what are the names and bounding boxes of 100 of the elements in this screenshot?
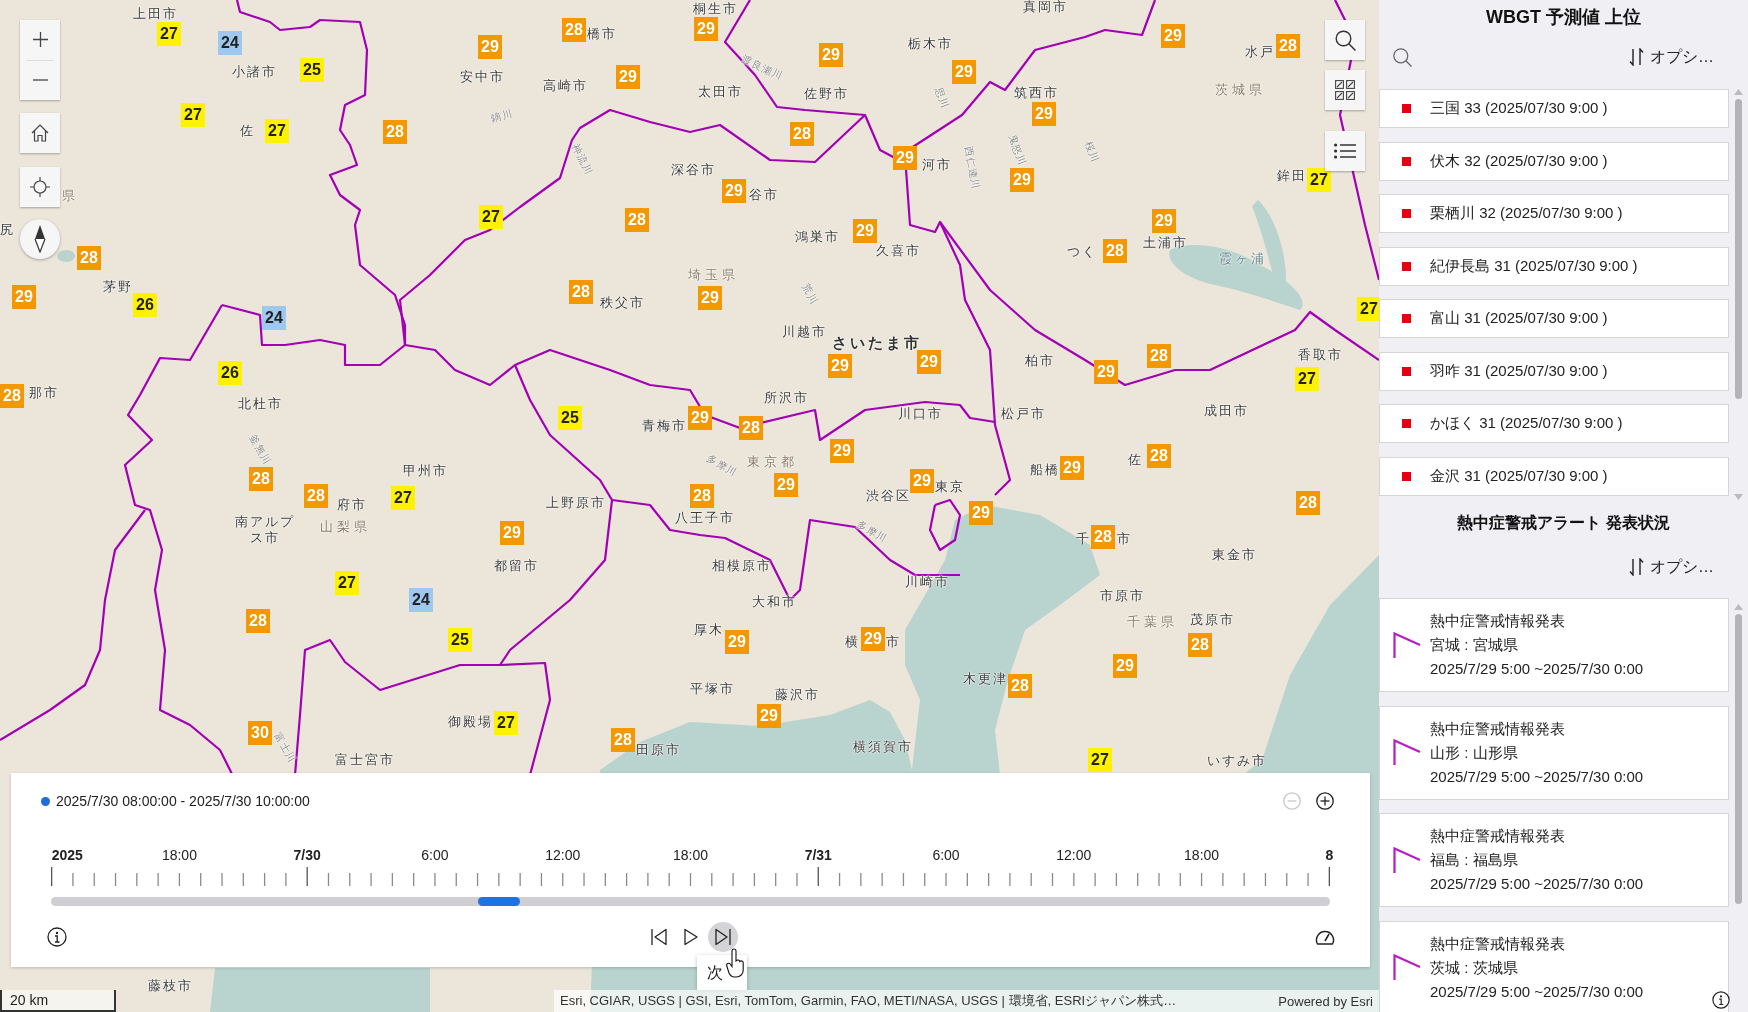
- wbgt-marker[interactable]: 29: [698, 286, 722, 310]
- scrollbar-thumb[interactable]: [1734, 614, 1742, 904]
- wbgt-marker[interactable]: 27: [157, 22, 181, 46]
- wbgt-marker[interactable]: 28: [304, 484, 328, 508]
- wbgt-marker[interactable]: 29: [500, 521, 524, 545]
- scrollbar-thumb[interactable]: [1734, 99, 1742, 399]
- wbgt-marker[interactable]: 27: [1088, 748, 1112, 772]
- wbgt-marker[interactable]: 27: [479, 205, 503, 229]
- wbgt-marker[interactable]: 29: [830, 439, 854, 463]
- alert-item[interactable]: 熱中症警戒情報発表 福島 : 福島県 2025/7/29 5:00 ~2025/7/30 0:00: [1379, 813, 1729, 907]
- wbgt-marker[interactable]: 29: [1152, 209, 1176, 233]
- next-button[interactable]: [708, 922, 738, 952]
- alert-item[interactable]: 熱中症警戒情報発表 山形 : 山形県 2025/7/29 5:00 ~2025/7/30 0:00: [1379, 705, 1729, 800]
- search-button[interactable]: [1325, 20, 1365, 60]
- wbgt-marker[interactable]: 25: [300, 58, 324, 82]
- ranking-item[interactable]: 羽咋 31 (2025/07/30 9:00 ): [1379, 351, 1729, 391]
- search-icon[interactable]: [1393, 47, 1412, 67]
- time-slider-track[interactable]: [51, 897, 1330, 906]
- wbgt-marker[interactable]: 25: [558, 406, 582, 430]
- wbgt-marker[interactable]: 29: [917, 350, 941, 374]
- wbgt-marker[interactable]: 28: [1008, 674, 1032, 698]
- alert-item[interactable]: 熱中症警戒情報発表 宮城 : 宮城県 2025/7/29 5:00 ~2025/7/30 0:00: [1379, 598, 1729, 692]
- wbgt-marker[interactable]: 29: [1032, 102, 1056, 126]
- wbgt-marker[interactable]: 29: [616, 65, 640, 89]
- wbgt-marker[interactable]: 29: [910, 469, 934, 493]
- wbgt-marker[interactable]: 29: [757, 704, 781, 728]
- wbgt-marker[interactable]: 25: [448, 628, 472, 652]
- ranking-item[interactable]: 金沢 31 (2025/07/30 9:00 ): [1379, 456, 1729, 496]
- timeline-zoom-in-button[interactable]: [1316, 792, 1334, 810]
- wbgt-marker[interactable]: 29: [1113, 654, 1137, 678]
- wbgt-marker[interactable]: 29: [12, 285, 36, 309]
- powered-by-link[interactable]: Powered by Esri: [1278, 993, 1373, 1009]
- wbgt-marker[interactable]: 29: [1094, 360, 1118, 384]
- wbgt-marker[interactable]: 28: [1296, 491, 1320, 515]
- wbgt-marker[interactable]: 28: [246, 609, 270, 633]
- layer-list-button[interactable]: [1325, 131, 1365, 171]
- info-icon[interactable]: [1712, 991, 1730, 1009]
- wbgt-marker[interactable]: 28: [1188, 633, 1212, 657]
- wbgt-marker[interactable]: 29: [694, 17, 718, 41]
- wbgt-marker[interactable]: 29: [952, 60, 976, 84]
- wbgt-marker[interactable]: 28: [249, 467, 273, 491]
- home-button[interactable]: [20, 113, 60, 153]
- wbgt-marker[interactable]: 29: [725, 630, 749, 654]
- wbgt-marker[interactable]: 27: [1307, 168, 1331, 192]
- wbgt-marker[interactable]: 29: [969, 501, 993, 525]
- wbgt-marker[interactable]: 29: [893, 146, 917, 170]
- options-button[interactable]: オプシ…: [1629, 44, 1714, 70]
- basemap-button[interactable]: [1325, 70, 1365, 110]
- ranking-item[interactable]: 伏木 32 (2025/07/30 9:00 ): [1379, 141, 1729, 181]
- wbgt-marker[interactable]: 24: [409, 588, 433, 612]
- wbgt-marker[interactable]: 26: [218, 361, 242, 385]
- wbgt-marker[interactable]: 29: [774, 473, 798, 497]
- wbgt-marker[interactable]: 28: [0, 384, 24, 408]
- info-button[interactable]: [47, 927, 67, 947]
- ranking-item[interactable]: 富山 31 (2025/07/30 9:00 ): [1379, 299, 1729, 338]
- ranking-item[interactable]: 紀伊長島 31 (2025/07/30 9:00 ): [1379, 246, 1729, 286]
- wbgt-marker[interactable]: 28: [1103, 239, 1127, 263]
- wbgt-marker[interactable]: 28: [383, 120, 407, 144]
- wbgt-marker[interactable]: 29: [861, 627, 885, 651]
- wbgt-marker[interactable]: 28: [1091, 525, 1115, 549]
- speed-button[interactable]: [1315, 929, 1335, 945]
- wbgt-marker[interactable]: 27: [335, 571, 359, 595]
- wbgt-marker[interactable]: 29: [688, 406, 712, 430]
- wbgt-marker[interactable]: 28: [569, 280, 593, 304]
- wbgt-marker[interactable]: 27: [265, 119, 289, 143]
- wbgt-marker[interactable]: 29: [828, 354, 852, 378]
- wbgt-marker[interactable]: 28: [625, 208, 649, 232]
- wbgt-marker[interactable]: 29: [819, 43, 843, 67]
- wbgt-marker[interactable]: 29: [1060, 456, 1084, 480]
- wbgt-marker[interactable]: 28: [1147, 344, 1171, 368]
- wbgt-marker[interactable]: 27: [1357, 297, 1379, 321]
- options-button[interactable]: オプシ…: [1629, 554, 1714, 580]
- wbgt-marker[interactable]: 26: [133, 293, 157, 317]
- wbgt-marker[interactable]: 28: [1147, 444, 1171, 468]
- ranking-item[interactable]: 三国 33 (2025/07/30 9:00 ): [1379, 89, 1729, 128]
- wbgt-marker[interactable]: 29: [1161, 24, 1185, 48]
- time-range-thumb[interactable]: [477, 897, 520, 906]
- wbgt-marker[interactable]: 28: [77, 246, 101, 270]
- wbgt-marker[interactable]: 28: [739, 416, 763, 440]
- wbgt-marker[interactable]: 28: [611, 728, 635, 752]
- locate-button[interactable]: [20, 167, 60, 207]
- wbgt-marker[interactable]: 28: [562, 18, 586, 42]
- wbgt-marker[interactable]: 27: [1295, 367, 1319, 391]
- ranking-item[interactable]: かほく 31 (2025/07/30 9:00 ): [1379, 404, 1729, 443]
- wbgt-marker[interactable]: 28: [1276, 34, 1300, 58]
- wbgt-marker[interactable]: 27: [181, 103, 205, 127]
- ranking-item[interactable]: 栗栖川 32 (2025/07/30 9:00 ): [1379, 194, 1729, 233]
- wbgt-marker[interactable]: 29: [722, 179, 746, 203]
- wbgt-marker[interactable]: 29: [1010, 168, 1034, 192]
- wbgt-marker[interactable]: 29: [478, 35, 502, 59]
- wbgt-marker[interactable]: 24: [262, 306, 286, 330]
- compass-button[interactable]: [20, 219, 60, 259]
- wbgt-marker[interactable]: 28: [690, 484, 714, 508]
- wbgt-marker[interactable]: 24: [218, 31, 242, 55]
- wbgt-marker[interactable]: 27: [494, 711, 518, 735]
- wbgt-marker[interactable]: 28: [790, 122, 814, 146]
- wbgt-marker[interactable]: 30: [248, 721, 272, 745]
- attribution-text[interactable]: Esri, CGIAR, USGS | GSI, Esri, TomTom, Garmin, FAO, METI/NASA, USGS | 環境省, ESRIジャパン株式…: [560, 992, 1177, 1010]
- wbgt-marker[interactable]: 29: [853, 219, 877, 243]
- wbgt-marker[interactable]: 27: [391, 486, 415, 510]
